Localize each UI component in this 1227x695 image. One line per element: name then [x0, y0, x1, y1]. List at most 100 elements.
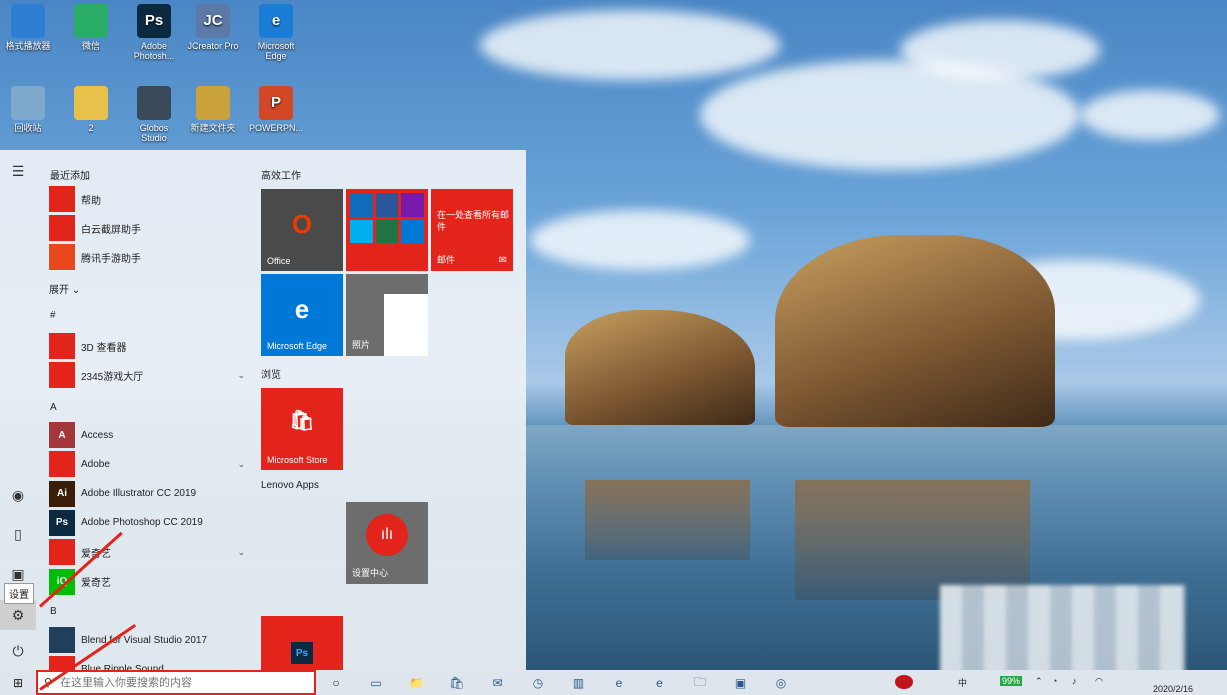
app-icon[interactable]: ▥ [569, 673, 589, 693]
app-list-item[interactable]: A Access [49, 422, 245, 448]
taskbar-app-icon[interactable]: ▭ [366, 673, 386, 693]
tile-label: Microsoft Store [267, 455, 328, 465]
app-list-item[interactable]: 2345游戏大厅 ⌄ [49, 362, 245, 389]
tray-volume-icon[interactable]: ♪ [1072, 676, 1077, 686]
photoshop-icon: Ps [137, 4, 171, 38]
documents-icon[interactable]: ▯ [6, 523, 30, 545]
store-tile[interactable]: 🛍 Microsoft Store [261, 388, 343, 470]
app-list-item[interactable]: Ai Adobe Illustrator CC 2019 [49, 480, 245, 507]
desktop-icon[interactable]: P POWERPN... [248, 86, 304, 133]
tray-app-icon[interactable] [895, 675, 913, 689]
app-label: Adobe Photoshop CC 2019 [81, 517, 203, 529]
folder-icon [49, 539, 75, 566]
tile-label: Office [267, 256, 291, 266]
browser-icon[interactable]: e [609, 673, 629, 693]
settings-center-tile[interactable]: ılı 设置中心 [346, 502, 428, 584]
mail-tile[interactable]: 在一处查看所有邮件 邮件 ✉ [431, 189, 513, 271]
office-tile[interactable]: O Office [261, 189, 343, 271]
iqiyi-icon: iQ [49, 568, 75, 595]
tencent-game-icon [49, 244, 75, 270]
settings-icon[interactable]: ⚙ [6, 604, 30, 626]
rock-reflection [795, 480, 1030, 600]
edge-icon[interactable]: e [650, 673, 670, 693]
browser-icon[interactable]: ◎ [771, 673, 791, 693]
store-icon[interactable]: 🛍 [447, 673, 467, 693]
mail-icon[interactable]: ✉ [488, 673, 508, 693]
onedrive-icon [350, 193, 373, 217]
app-label: 腾讯手游助手 [81, 253, 141, 265]
clock-date[interactable]: 2020/2/16 [1153, 684, 1193, 694]
photos-tile[interactable]: 照片 [346, 274, 428, 356]
desktop-icon[interactable]: 新建文件夹 [185, 86, 241, 133]
excel-icon [375, 219, 399, 243]
file-explorer-icon[interactable]: 📁 [407, 673, 427, 693]
user-account-icon[interactable]: ◉ [6, 484, 30, 506]
app-label: 帮助 [81, 195, 101, 207]
tile-group-header: 高效工作 [261, 171, 301, 182]
app-label: 2345游戏大厅 [81, 371, 144, 383]
jcreator-icon: JC [196, 4, 230, 38]
chevron-down-icon[interactable]: ⌄ [237, 547, 245, 558]
app-list-item[interactable]: Adobe ⌄ [49, 451, 245, 478]
tile-label: 照片 [352, 340, 371, 350]
hamburger-menu-icon[interactable]: ☰ [6, 160, 30, 182]
search-box[interactable]: ⚲ [36, 670, 316, 695]
search-input[interactable] [58, 675, 303, 690]
clock-app-icon[interactable]: ◷ [528, 673, 548, 693]
office-icon: O [291, 209, 313, 239]
tray-network-icon[interactable]: ◔ [1052, 676, 1057, 686]
photo-preview [384, 294, 428, 356]
tray-ime-icon[interactable]: 中 [958, 676, 967, 689]
app-label: 3D 查看器 [81, 342, 127, 354]
illustrator-icon: Ai [49, 480, 75, 507]
desktop-icon[interactable]: 2 [63, 86, 119, 133]
desktop-icon[interactable]: Globos Studio [126, 86, 182, 143]
section-letter[interactable]: # [50, 310, 56, 321]
onenote-icon [401, 193, 424, 217]
rock-left [565, 310, 755, 425]
app-icon[interactable]: ▣ [731, 673, 751, 693]
task-view-button[interactable]: ○ [326, 673, 346, 693]
app-list-item[interactable]: 腾讯手游助手 [49, 244, 245, 270]
app-list-item[interactable]: 白云截屏助手 [49, 215, 245, 241]
office-apps-tile[interactable] [346, 189, 428, 271]
tile-area: 高效工作 O Office 在一处查看所有邮件 邮件 ✉ e Microsoft… [255, 150, 526, 670]
chevron-down-icon[interactable]: ⌄ [237, 370, 245, 381]
app-list-item[interactable]: 爱奇艺⌄ [49, 539, 245, 566]
photoshop-icon: Ps [49, 509, 75, 536]
3d-viewer-icon [49, 333, 75, 359]
folder-icon [49, 362, 75, 389]
edge-tile[interactable]: e Microsoft Edge [261, 274, 343, 356]
app-label: 爱奇艺 [81, 578, 111, 589]
section-letter[interactable]: B [50, 606, 57, 617]
expand-button[interactable]: 展开 ⌄ [49, 281, 80, 296]
desktop-icon[interactable]: e Microsoft Edge [248, 4, 304, 61]
section-letter[interactable]: A [50, 402, 57, 413]
power-icon[interactable]: ⏻ [6, 640, 30, 662]
pictures-icon[interactable]: ▣ [6, 563, 30, 585]
chevron-down-icon[interactable]: ⌄ [237, 459, 245, 470]
app-list-item[interactable]: Ps Adobe Photoshop CC 2019 [49, 509, 245, 536]
start-button[interactable]: ⊞ [8, 673, 28, 693]
desktop-icon[interactable]: 微信 [63, 4, 119, 51]
tray-chevron-icon[interactable]: ⌃ [1035, 676, 1043, 687]
blurred-region [940, 585, 1185, 675]
app-list-item[interactable]: 帮助 [49, 186, 245, 212]
desktop-icon[interactable]: Ps Adobe Photosh... [126, 4, 182, 61]
access-icon: A [49, 422, 75, 448]
recycle-bin-icon [11, 86, 45, 120]
desktop-icon[interactable]: JC JCreator Pro [185, 4, 241, 51]
folder-icon[interactable]: 🗀 [690, 673, 710, 693]
mail-tile-title: 在一处查看所有邮件 [437, 210, 510, 232]
tray-wifi-icon[interactable]: ◠ [1095, 676, 1103, 687]
desktop-icon[interactable]: 回收站 [0, 86, 56, 133]
app-list-item[interactable]: Blend for Visual Studio 2017 [49, 627, 245, 653]
desktop-icon-label: 2 [88, 123, 94, 133]
app-label: Blend for Visual Studio 2017 [81, 634, 208, 646]
photoshop-tile[interactable]: Ps [261, 616, 343, 670]
rock-arch [775, 235, 1055, 427]
app-label: Access [81, 429, 114, 441]
battery-indicator[interactable]: 99% [1000, 676, 1023, 686]
desktop-icon[interactable]: 格式播放器 [0, 4, 56, 51]
app-list-item[interactable]: 3D 查看器 [49, 333, 245, 359]
